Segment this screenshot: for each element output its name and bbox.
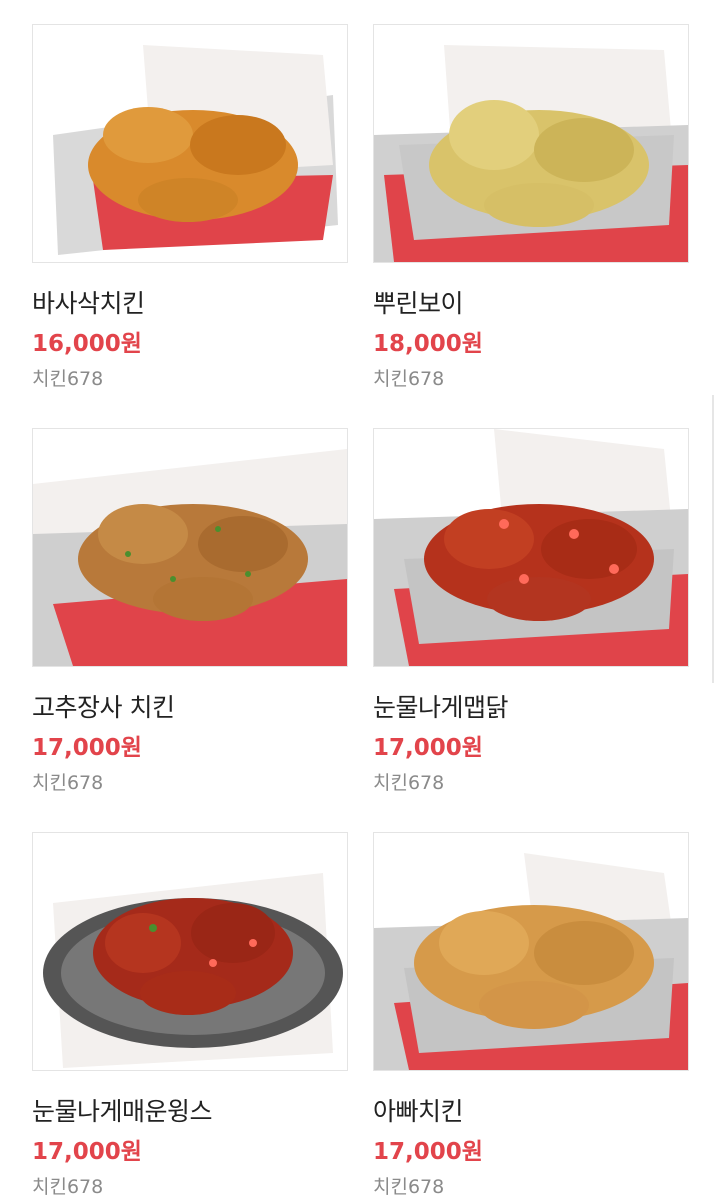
product-name[interactable]: 뿌린보이 <box>373 284 464 320</box>
store-name: 치킨678 <box>373 772 445 794</box>
product-name[interactable]: 눈물나게매운윙스 <box>32 1092 213 1128</box>
spicy-chicken-tray-image[interactable] <box>373 428 689 667</box>
product-image <box>33 449 347 666</box>
product-name[interactable]: 고추장사 치킨 <box>32 688 175 724</box>
product-price: 16,000원 <box>32 331 142 357</box>
product-price: 17,000원 <box>373 1139 483 1165</box>
product-price: 17,000원 <box>32 1139 142 1165</box>
product-price: 17,000원 <box>32 735 142 761</box>
store-name: 치킨678 <box>32 368 104 390</box>
store-name: 치킨678 <box>373 1176 445 1198</box>
spicy-wings-plate-image[interactable] <box>32 832 348 1071</box>
pepper-chicken-tray-image[interactable] <box>32 428 348 667</box>
store-name: 치킨678 <box>373 368 445 390</box>
product-image <box>374 853 688 1070</box>
product-price: 18,000원 <box>373 331 483 357</box>
product-image <box>374 429 688 666</box>
product-grid: 바사삭치킨 16,000원 치킨678 뿌린보이 18,000원 치킨678 고… <box>0 0 714 1203</box>
product-image <box>43 873 343 1068</box>
store-name: 치킨678 <box>32 772 104 794</box>
product-image <box>374 45 688 262</box>
seasoned-chicken-tray-image[interactable] <box>373 24 689 263</box>
store-name: 치킨678 <box>32 1176 104 1198</box>
product-name[interactable]: 바사삭치킨 <box>32 284 145 320</box>
product-price: 17,000원 <box>373 735 483 761</box>
product-name[interactable]: 눈물나게맵닭 <box>373 688 509 724</box>
product-name[interactable]: 아빠치킨 <box>373 1092 464 1128</box>
fried-chicken-tray-image[interactable] <box>32 24 348 263</box>
crispy-chicken-tray-image[interactable] <box>373 832 689 1071</box>
product-image <box>53 45 338 255</box>
